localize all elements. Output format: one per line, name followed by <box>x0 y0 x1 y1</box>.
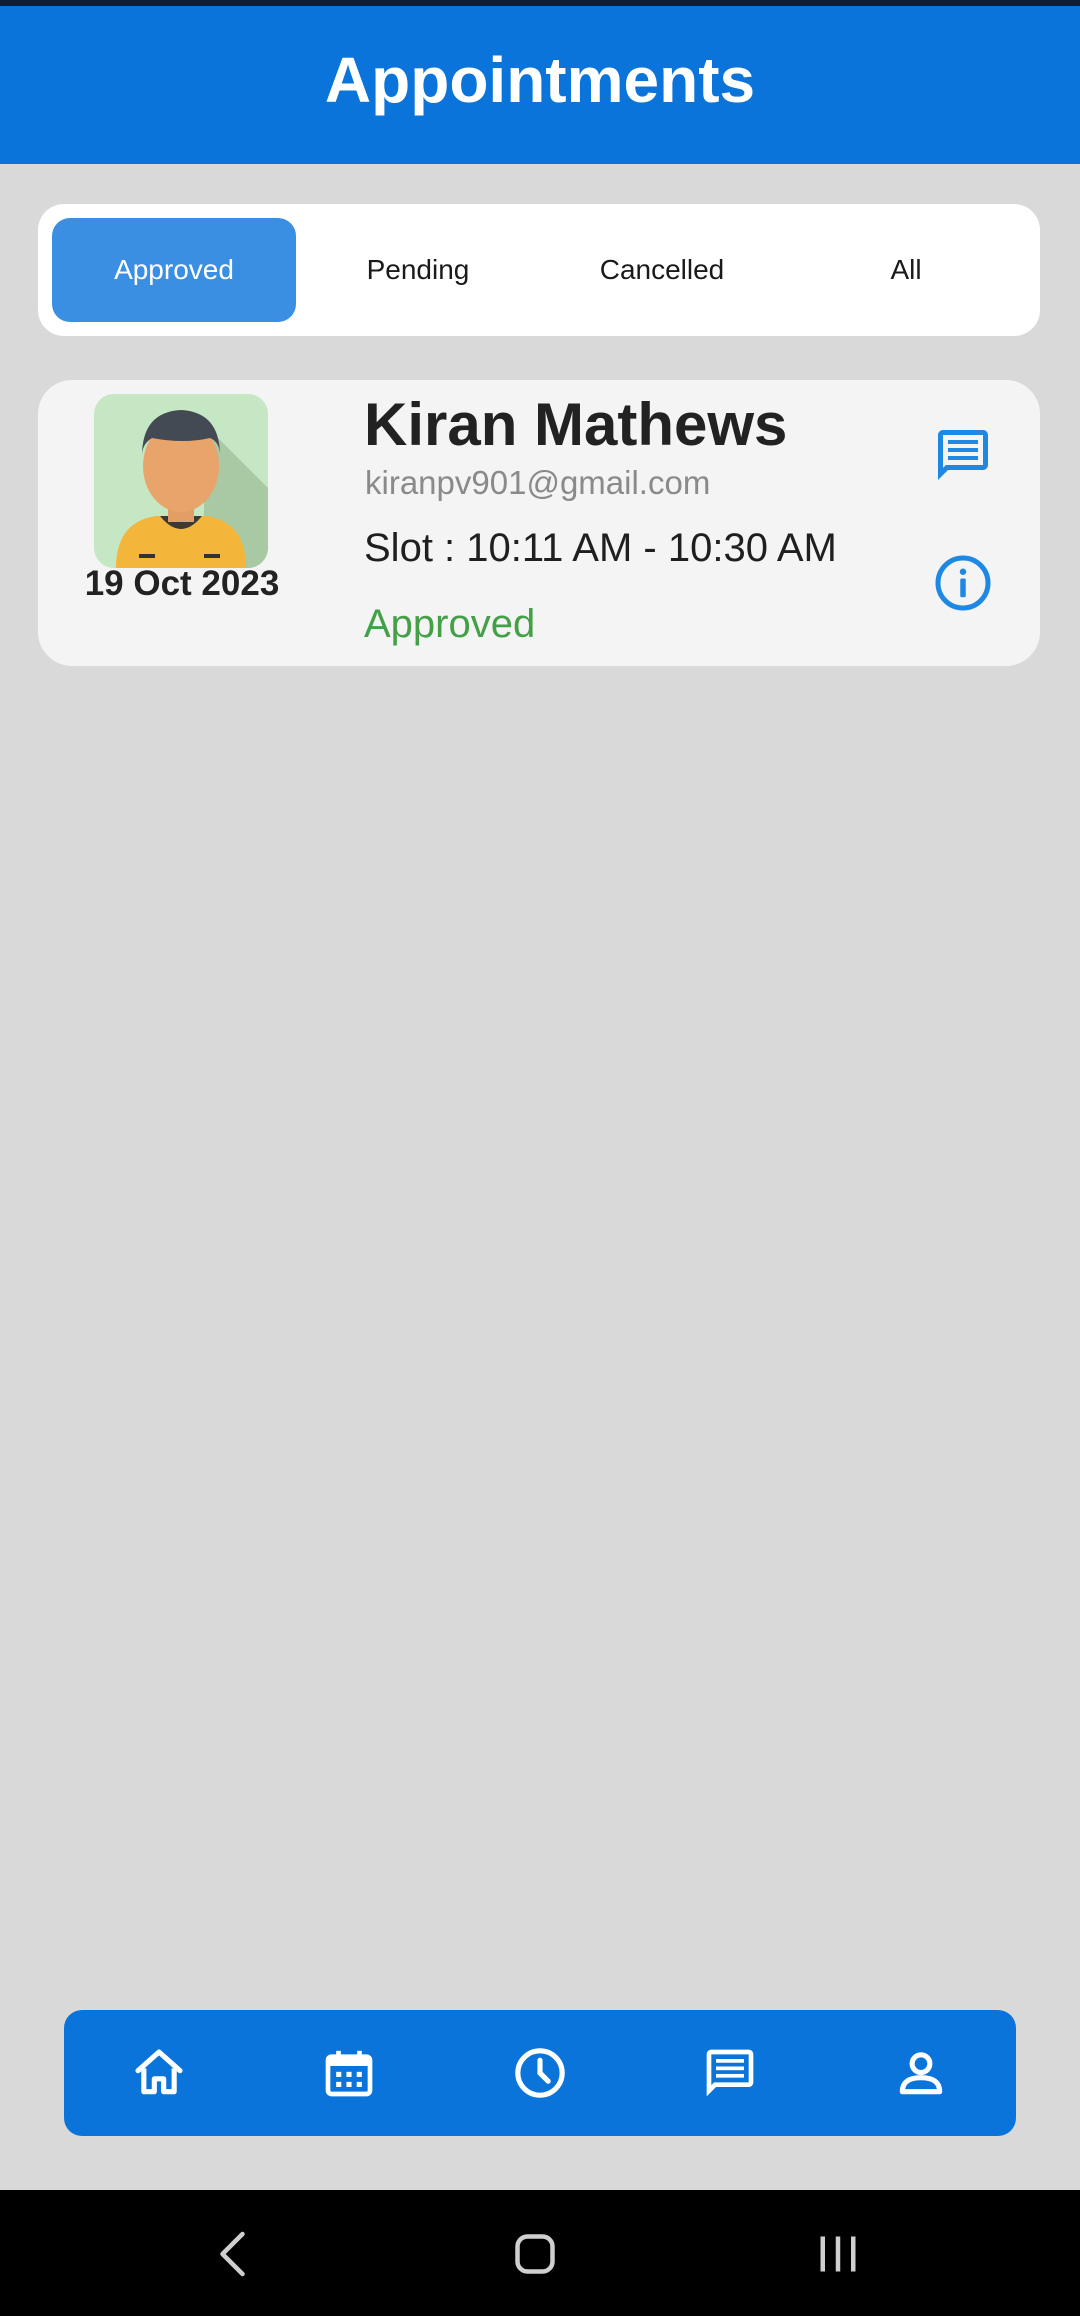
tab-pending[interactable]: Pending <box>296 218 540 322</box>
recents-icon[interactable] <box>798 2214 878 2294</box>
status-filter-tabs: Approved Pending Cancelled All <box>38 204 1040 336</box>
app-bar: Appointments <box>0 6 1080 164</box>
tab-all[interactable]: All <box>784 218 1028 322</box>
chat-icon[interactable] <box>928 420 998 490</box>
clock-icon[interactable] <box>505 2038 575 2108</box>
system-navigation-bar <box>0 2190 1080 2316</box>
person-icon[interactable] <box>886 2038 956 2108</box>
calendar-icon[interactable] <box>314 2038 384 2108</box>
back-icon[interactable] <box>195 2214 275 2294</box>
appointment-slot: Slot : 10:11 AM - 10:30 AM <box>364 526 837 570</box>
appointment-date: 19 Oct 2023 <box>84 564 280 603</box>
bottom-navigation <box>64 2010 1016 2136</box>
chat-icon[interactable] <box>695 2038 765 2108</box>
patient-name: Kiran Mathews <box>364 391 788 458</box>
home-button-icon[interactable] <box>495 2214 575 2294</box>
tab-cancelled[interactable]: Cancelled <box>540 218 784 322</box>
page-title: Appointments <box>324 44 756 116</box>
patient-email: kiranpv901@gmail.com <box>365 464 711 501</box>
info-icon[interactable] <box>928 548 998 618</box>
status-badge: Approved <box>364 602 536 646</box>
tab-approved[interactable]: Approved <box>52 218 296 322</box>
home-icon[interactable] <box>124 2038 194 2108</box>
appointment-card[interactable]: 19 Oct 2023 Kiran Mathews kiranpv901@gma… <box>38 380 1040 666</box>
avatar <box>94 394 268 568</box>
